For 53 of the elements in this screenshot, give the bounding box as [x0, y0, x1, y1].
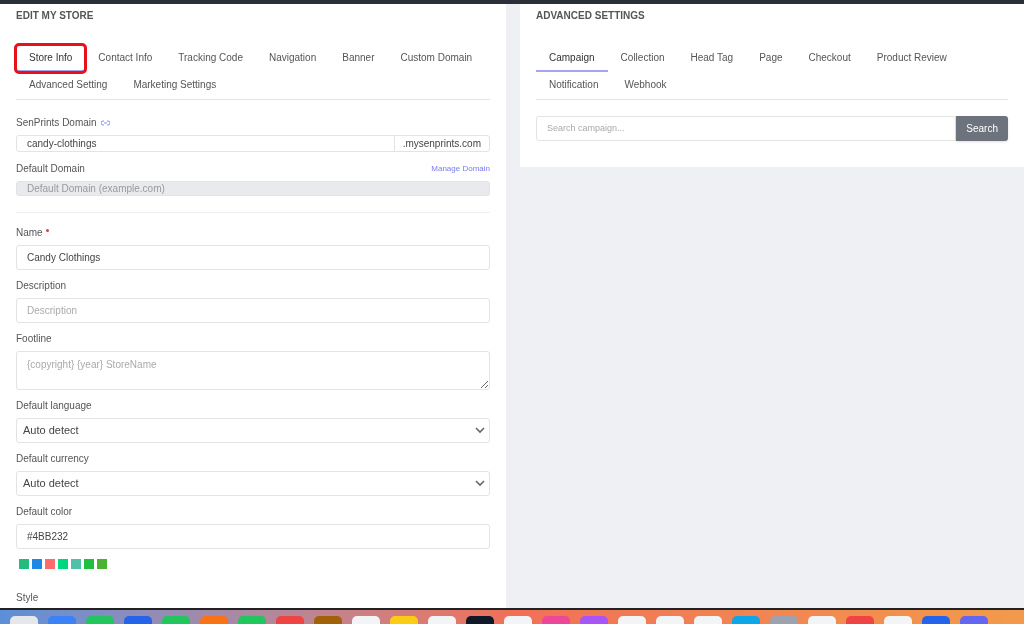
tab[interactable]: Advanced Setting [16, 72, 121, 99]
textarea-field[interactable]: {copyright} {year} StoreName [16, 351, 490, 390]
field-label: Default currency [16, 453, 89, 465]
tab[interactable]: Head Tag [677, 45, 747, 72]
tab[interactable]: Navigation [255, 45, 330, 72]
field-label: Name [16, 227, 43, 239]
field-label: Footline [16, 333, 52, 345]
tab[interactable]: Collection [607, 45, 678, 72]
field-label: SenPrints Domain [16, 117, 97, 129]
tab[interactable]: Store Info [16, 45, 86, 72]
chevron-down-icon [475, 480, 485, 487]
tab[interactable]: Custom Domain [387, 45, 486, 72]
app-icon[interactable] [10, 616, 38, 624]
tab[interactable]: Webhook [611, 72, 680, 99]
text-field[interactable]: Candy Clothings [16, 245, 490, 270]
search-field[interactable]: Search campaign... [536, 116, 957, 141]
field-label: Default language [16, 400, 92, 412]
tab[interactable]: Product Review [863, 45, 960, 72]
tab[interactable]: Campaign [536, 45, 608, 72]
app-icon[interactable] [504, 616, 532, 624]
color-swatch[interactable] [71, 559, 81, 569]
color-swatch[interactable] [58, 559, 68, 569]
color-swatch[interactable] [97, 559, 107, 569]
app-icon[interactable] [466, 616, 494, 624]
tab[interactable]: Tracking Code [165, 45, 256, 72]
color-swatch[interactable] [84, 559, 94, 569]
domain-suffix: .mysenprints.com [393, 136, 489, 151]
field-label: Default Domain [16, 163, 85, 175]
tab[interactable]: Contact Info [85, 45, 166, 72]
app-icon[interactable] [428, 616, 456, 624]
color-swatch[interactable] [45, 559, 55, 569]
text-field[interactable]: Description [16, 298, 490, 323]
select-field[interactable]: Auto detect [16, 471, 490, 496]
tab[interactable]: Notification [536, 72, 612, 99]
tab[interactable]: Banner [329, 45, 388, 72]
tab[interactable]: Checkout [795, 45, 864, 72]
tab[interactable]: Marketing Settings [120, 72, 230, 99]
text-field[interactable]: #4BB232 [16, 524, 490, 549]
color-swatch[interactable] [19, 559, 29, 569]
tab[interactable]: Page [746, 45, 796, 72]
field-label: Style [16, 592, 39, 603]
app-icon[interactable] [352, 616, 380, 624]
link-icon [100, 120, 110, 126]
color-swatch[interactable] [32, 559, 42, 569]
domain-field[interactable]: candy-clothings .mysenprints.com [16, 135, 490, 152]
panel-title: EDIT MY STORE [16, 10, 94, 22]
field-label: Description [16, 280, 67, 292]
domain-value: candy-clothings [27, 137, 97, 151]
chevron-down-icon [475, 427, 485, 434]
select-field[interactable]: Auto detect [16, 418, 490, 443]
panel-title: ADVANCED SETTINGS [536, 10, 645, 22]
search-button[interactable]: Search [956, 116, 1008, 141]
field-label: Default color [16, 506, 73, 518]
